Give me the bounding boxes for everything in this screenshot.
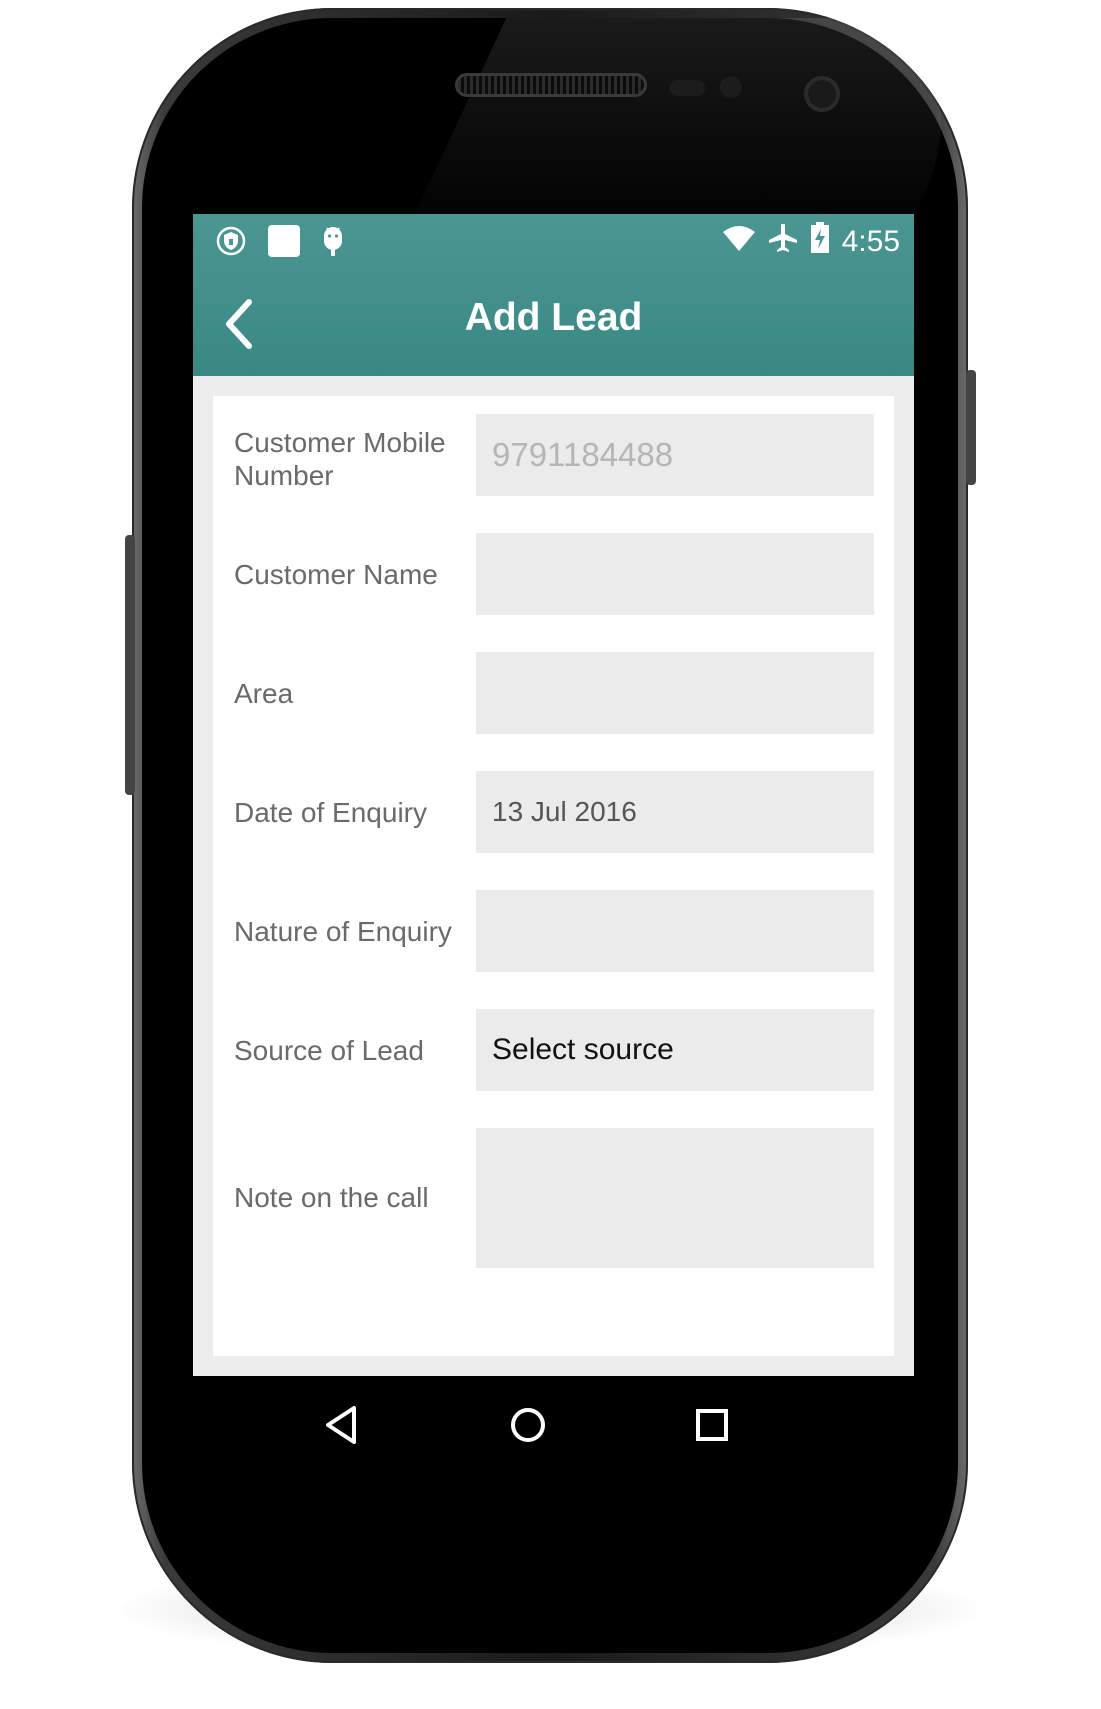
speaker-grille	[458, 76, 644, 94]
customer-name-input[interactable]	[476, 533, 874, 615]
airplane-icon	[768, 222, 798, 261]
area-input[interactable]	[476, 652, 874, 734]
status-time: 4:55	[841, 224, 900, 258]
light-sensor	[720, 76, 742, 98]
home-circle-icon	[511, 1408, 545, 1442]
form-row-name: Customer Name	[213, 533, 894, 615]
form-row-date: Date of Enquiry 13 Jul 2016	[213, 771, 894, 853]
label-nature-of-enquiry: Nature of Enquiry	[234, 916, 452, 947]
form-row-area: Area	[213, 652, 894, 734]
lead-form-card: Customer Mobile Number 9791184488 Custom…	[213, 396, 894, 1356]
power-button	[966, 370, 976, 485]
status-right-icons: 4:55	[722, 222, 900, 261]
recents-square-icon	[696, 1409, 728, 1441]
android-icon	[321, 224, 345, 262]
label-customer-mobile: Customer Mobile Number	[234, 427, 446, 491]
navigation-bar	[193, 1376, 914, 1472]
nav-home-button[interactable]	[503, 1400, 553, 1450]
label-source-of-lead: Source of Lead	[234, 1035, 424, 1066]
screen: 4:55 Add Lead Customer Mobile Number 979…	[193, 214, 914, 1496]
note-textarea[interactable]	[476, 1128, 874, 1268]
battery-charging-icon	[810, 222, 830, 261]
form-row-note: Note on the call	[213, 1128, 894, 1268]
proximity-sensor	[669, 80, 705, 96]
notification-square-icon	[267, 224, 301, 262]
form-row-mobile: Customer Mobile Number 9791184488	[213, 414, 894, 496]
label-area: Area	[234, 678, 294, 709]
label-date-of-enquiry: Date of Enquiry	[234, 797, 427, 828]
source-of-lead-select[interactable]: Select source	[476, 1009, 874, 1091]
front-camera	[804, 76, 840, 112]
nav-recents-button[interactable]	[687, 1400, 737, 1450]
status-left-icons	[215, 224, 345, 262]
label-customer-name: Customer Name	[234, 559, 438, 590]
shield-icon	[215, 225, 247, 261]
page-title: Add Lead	[464, 296, 643, 339]
volume-button	[125, 535, 135, 795]
form-area: Customer Mobile Number 9791184488 Custom…	[193, 376, 914, 1376]
nature-of-enquiry-input[interactable]	[476, 890, 874, 972]
mobile-number-input[interactable]: 9791184488	[476, 414, 874, 496]
phone-gloss	[403, 18, 1007, 238]
form-row-source: Source of Lead Select source	[213, 1009, 894, 1091]
form-row-nature: Nature of Enquiry	[213, 890, 894, 972]
date-of-enquiry-input[interactable]: 13 Jul 2016	[476, 771, 874, 853]
wifi-icon	[722, 224, 756, 259]
back-triangle-icon	[326, 1406, 356, 1444]
nav-back-button[interactable]	[318, 1400, 368, 1450]
label-note-on-call: Note on the call	[234, 1182, 429, 1213]
